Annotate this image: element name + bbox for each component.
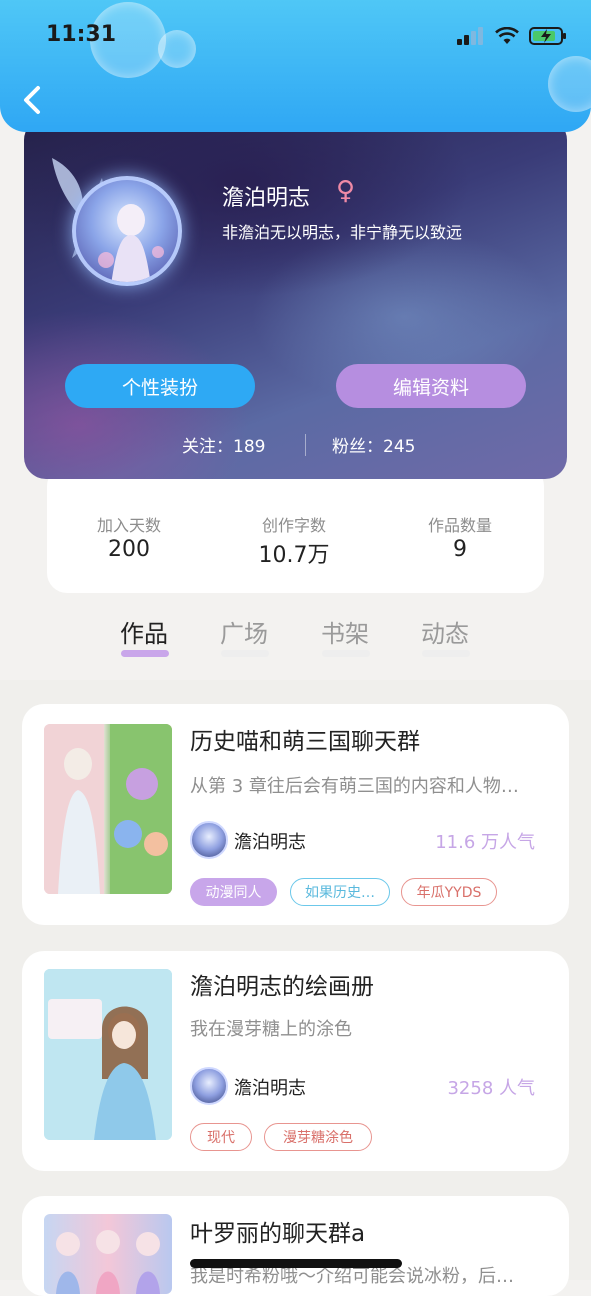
cover-illustration xyxy=(56,1230,160,1294)
work-card[interactable]: 叶罗丽的聊天群a 我是时希粉哦～介绍可能会说冰粉，后… xyxy=(22,1196,569,1296)
author-avatar[interactable] xyxy=(190,821,228,859)
tag[interactable]: 现代 xyxy=(190,1123,252,1151)
followers-count[interactable]: 粉丝：245 xyxy=(332,432,415,457)
profile-motto: 非澹泊无以明志，非宁静无以致远 xyxy=(222,223,463,242)
dress-up-button[interactable]: 个性装扮 xyxy=(65,364,255,408)
popularity: 3258 人气 xyxy=(447,1078,535,1099)
stat-works: 作品数量 9 xyxy=(395,512,525,562)
avatar-illustration xyxy=(98,204,164,282)
top-header: 11:31 xyxy=(0,0,591,132)
home-indicator xyxy=(190,1259,402,1268)
cover-illustration xyxy=(44,969,172,1140)
signal-icon xyxy=(457,27,483,45)
work-card[interactable]: 历史喵和萌三国聊天群 从第 3 章往后会有萌三国的内容和人物… 澹泊明志 11.… xyxy=(22,704,569,925)
follow-divider xyxy=(305,434,306,456)
tab-indicator-active xyxy=(121,650,169,657)
cover-illustration xyxy=(44,724,172,894)
author-avatar[interactable] xyxy=(190,1067,228,1105)
tag[interactable]: 漫芽糖涂色 xyxy=(264,1123,372,1151)
work-card[interactable]: 澹泊明志的绘画册 我在漫芽糖上的涂色 澹泊明志 3258 人气 现代 漫芽糖涂色 xyxy=(22,951,569,1171)
wifi-icon xyxy=(495,27,519,44)
tab-works[interactable]: 作品 xyxy=(114,614,174,649)
author-name[interactable]: 澹泊明志 xyxy=(234,828,306,854)
tab-square[interactable]: 广场 xyxy=(214,614,274,649)
author-name[interactable]: 澹泊明志 xyxy=(234,1074,306,1100)
tabs-bar xyxy=(0,593,591,679)
work-desc: 从第 3 章往后会有萌三国的内容和人物… xyxy=(190,776,519,797)
stat-days: 加入天数 200 xyxy=(64,512,194,562)
stat-value: 200 xyxy=(108,537,150,562)
stat-value: 9 xyxy=(453,537,467,562)
profile-name: 澹泊明志 xyxy=(222,186,311,211)
female-icon: ♀ xyxy=(336,176,356,206)
tag[interactable]: 动漫同人 xyxy=(190,878,277,906)
work-cover xyxy=(44,724,172,894)
following-count[interactable]: 关注：189 xyxy=(182,432,265,457)
profile-card: 澹泊明志 ♀ 非澹泊无以明志，非宁静无以致远 个性装扮 编辑资料 关注：189 … xyxy=(24,118,567,479)
decor-bubble xyxy=(158,30,196,68)
stat-label: 加入天数 xyxy=(96,516,161,535)
work-title[interactable]: 历史喵和萌三国聊天群 xyxy=(190,722,420,756)
work-cover xyxy=(44,1214,172,1294)
status-time: 11:31 xyxy=(46,22,117,47)
tab-indicator xyxy=(322,650,370,657)
profile-avatar[interactable] xyxy=(72,176,182,286)
tag[interactable]: 年瓜YYDS xyxy=(401,878,497,906)
work-cover xyxy=(44,969,172,1140)
decor-bubble xyxy=(548,56,591,112)
stat-words: 创作字数 10.7万 xyxy=(229,512,359,569)
stat-value: 10.7万 xyxy=(258,543,330,568)
edit-profile-button[interactable]: 编辑资料 xyxy=(336,364,526,408)
popularity: 11.6 万人气 xyxy=(435,832,535,853)
tab-moments[interactable]: 动态 xyxy=(415,614,475,649)
stat-label: 作品数量 xyxy=(427,516,492,535)
tab-indicator xyxy=(422,650,470,657)
tag[interactable]: 如果历史… xyxy=(290,878,390,906)
battery-charging-icon xyxy=(529,27,566,45)
stats-panel: 加入天数 200 创作字数 10.7万 作品数量 9 xyxy=(47,466,544,593)
work-title[interactable]: 澹泊明志的绘画册 xyxy=(190,967,374,1001)
back-icon[interactable] xyxy=(18,82,48,118)
stat-label: 创作字数 xyxy=(261,516,326,535)
work-title[interactable]: 叶罗丽的聊天群a xyxy=(190,1214,365,1248)
work-desc: 我在漫芽糖上的涂色 xyxy=(190,1019,352,1040)
tab-indicator xyxy=(221,650,269,657)
status-icons xyxy=(457,26,567,46)
tab-bookshelf[interactable]: 书架 xyxy=(315,614,375,649)
